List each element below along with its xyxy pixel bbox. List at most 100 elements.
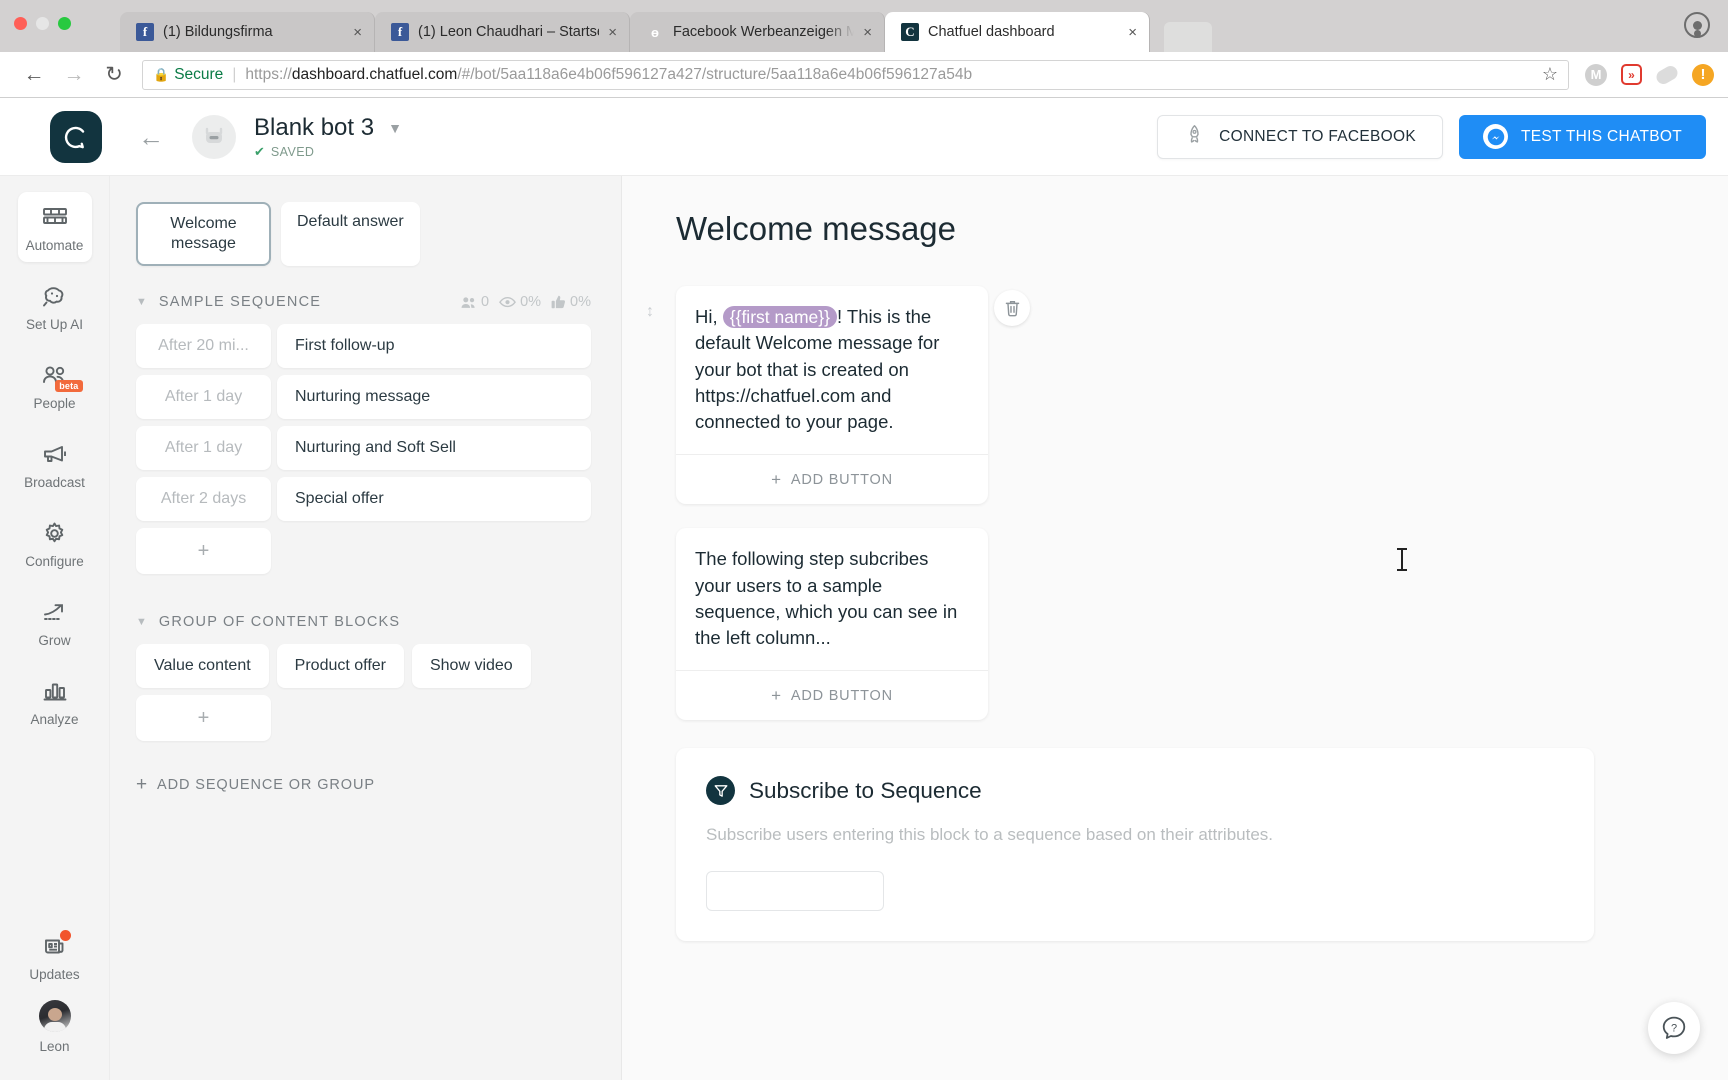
message-card-wrapper: ↕ Hi, {{first name}}! This is the defaul… [646, 286, 1030, 505]
left-sidebar: Automate Set Up AI beta People Broadcast… [0, 176, 110, 1080]
add-button[interactable]: + ADD BUTTON [676, 670, 988, 720]
section-title: GROUP OF CONTENT BLOCKS [158, 614, 401, 630]
subscribe-to-sequence-card[interactable]: Subscribe to Sequence Subscribe users en… [676, 748, 1594, 942]
drag-handle-icon[interactable]: ↕ [646, 304, 654, 320]
sidebar-item-label: Grow [38, 633, 71, 648]
window-controls[interactable] [14, 17, 71, 30]
help-question-icon[interactable]: ? [1648, 1002, 1700, 1054]
tab-close-icon[interactable]: × [863, 25, 872, 40]
sample-sequence-header[interactable]: ▼ SAMPLE SEQUENCE 0 0% 0% [136, 294, 591, 310]
tab-close-icon[interactable]: × [353, 25, 362, 40]
tab-close-icon[interactable]: × [608, 25, 617, 40]
notification-dot [59, 930, 71, 941]
message-text[interactable]: Hi, {{first name}}! This is the default … [676, 286, 988, 454]
trending-arrow-icon [41, 598, 69, 626]
message-card[interactable]: Hi, {{first name}}! This is the default … [676, 286, 988, 505]
browser-tab-4-active[interactable]: C Chatfuel dashboard × [885, 12, 1150, 52]
sidebar-item-people[interactable]: beta People [18, 350, 92, 420]
sequence-row-delay[interactable]: After 1 day [136, 375, 271, 419]
add-button[interactable]: + ADD BUTTON [676, 454, 988, 504]
test-this-chatbot-button[interactable]: TEST THIS CHATBOT [1459, 114, 1706, 159]
security-label: Secure [174, 65, 224, 83]
sequence-row[interactable]: After 2 days Special offer [136, 477, 591, 521]
new-tab-button[interactable] [1164, 22, 1212, 52]
content-block-value-content[interactable]: Value content [136, 644, 269, 688]
mendeley-extension-icon[interactable]: M [1585, 63, 1607, 86]
sequence-row-name[interactable]: Special offer [277, 477, 591, 521]
address-bar[interactable]: 🔒 Secure | https://dashboard.chatfuel.co… [142, 59, 1569, 90]
sequence-row-name[interactable]: First follow-up [277, 324, 591, 368]
subscribe-card-title: Subscribe to Sequence [749, 777, 982, 803]
sidebar-item-automate[interactable]: Automate [17, 192, 92, 262]
sidebar-item-updates[interactable]: Updates [18, 921, 92, 991]
message-card[interactable]: The following step subcribes your users … [676, 528, 988, 721]
sidebar-item-broadcast[interactable]: Broadcast [18, 429, 92, 499]
sequence-stats: 0 0% 0% [461, 294, 591, 310]
tab-title: Facebook Werbeanzeigen Mei [673, 24, 855, 40]
rocket-icon [1184, 124, 1205, 150]
tab-close-icon[interactable]: × [1128, 25, 1137, 40]
sequence-row-name[interactable]: Nurturing message [277, 375, 591, 419]
content-blocks-header[interactable]: ▼ GROUP OF CONTENT BLOCKS [136, 614, 591, 630]
attribute-token[interactable]: {{first name}} [722, 306, 837, 328]
browser-window: f (1) Bildungsfirma × f (1) Leon Chaudha… [0, 0, 1728, 1080]
add-sequence-step-button[interactable]: + [136, 528, 271, 574]
sidebar-item-configure[interactable]: Configure [18, 508, 92, 578]
tab-default-answer[interactable]: Default answer [281, 202, 420, 266]
sequence-row-delay[interactable]: After 1 day [136, 426, 271, 470]
warning-extension-icon[interactable]: ! [1692, 63, 1714, 86]
sequence-row[interactable]: After 1 day Nurturing and Soft Sell [136, 426, 591, 470]
browser-tab-3[interactable]: ɵ Facebook Werbeanzeigen Mei × [630, 12, 885, 52]
facebook-icon: f [136, 23, 154, 41]
plus-icon: + [136, 774, 148, 795]
sequence-row[interactable]: After 20 mi... First follow-up [136, 324, 591, 368]
sidebar-item-set-up-ai[interactable]: Set Up AI [18, 271, 92, 341]
caret-down-icon[interactable]: ▼ [136, 616, 147, 628]
chevron-down-icon[interactable]: ▼ [388, 120, 402, 136]
connect-to-facebook-button[interactable]: CONNECT TO FACEBOOK [1157, 114, 1444, 159]
caret-down-icon[interactable]: ▼ [136, 296, 147, 308]
minimize-window-button[interactable] [36, 17, 49, 30]
bot-meta: Blank bot 3 ▼ ✔ SAVED [254, 114, 402, 160]
sequence-row-delay[interactable]: After 2 days [136, 477, 271, 521]
stat-subscribers: 0 [461, 294, 489, 310]
fast-forward-extension-icon[interactable]: » [1621, 64, 1642, 85]
message-card-wrapper: The following step subcribes your users … [676, 528, 988, 721]
star-icon[interactable]: ☆ [1532, 64, 1558, 85]
browser-tab-1[interactable]: f (1) Bildungsfirma × [120, 12, 375, 52]
browser-tab-2[interactable]: f (1) Leon Chaudhari – Startseite × [375, 12, 630, 52]
header-actions: CONNECT TO FACEBOOK TEST THIS CHATBOT [1157, 114, 1706, 159]
svg-text:?: ? [1671, 1023, 1677, 1035]
section-title: SAMPLE SEQUENCE [158, 294, 322, 310]
sidebar-item-grow[interactable]: Grow [18, 587, 92, 657]
close-window-button[interactable] [14, 17, 27, 30]
content-block-show-video[interactable]: Show video [411, 644, 531, 688]
content-block-product-offer[interactable]: Product offer [276, 644, 404, 688]
sidebar-user-account[interactable]: Leon [18, 1000, 92, 1054]
sidebar-item-label: Set Up AI [25, 317, 84, 332]
sequence-row-delay[interactable]: After 20 mi... [136, 324, 271, 368]
maximize-window-button[interactable] [58, 17, 71, 30]
tab-welcome-message[interactable]: Welcome message [136, 202, 271, 266]
back-arrow-icon[interactable]: ← [138, 124, 164, 150]
message-type-tabs: Welcome message Default answer [136, 202, 591, 266]
back-button[interactable]: ← [14, 59, 54, 91]
brick-wall-icon [42, 203, 68, 231]
message-text[interactable]: The following step subcribes your users … [676, 528, 988, 670]
chatfuel-logo[interactable] [50, 110, 102, 163]
sidebar-item-analyze[interactable]: Analyze [18, 666, 92, 736]
sidebar-item-label: Analyze [30, 712, 79, 727]
reload-button[interactable]: ↻ [94, 59, 134, 91]
trash-icon[interactable] [994, 290, 1030, 326]
forward-button[interactable]: → [54, 59, 94, 91]
bar-chart-icon [42, 677, 68, 705]
sequence-select-input[interactable] [706, 871, 884, 912]
add-content-block-button[interactable]: + [136, 695, 271, 741]
funnel-icon [706, 776, 735, 806]
tab-list: f (1) Bildungsfirma × f (1) Leon Chaudha… [120, 12, 1212, 52]
capsule-extension-icon[interactable] [1653, 62, 1681, 87]
add-sequence-or-group-button[interactable]: + ADD SEQUENCE OR GROUP [136, 775, 591, 794]
sequence-row[interactable]: After 1 day Nurturing message [136, 375, 591, 419]
sequence-row-name[interactable]: Nurturing and Soft Sell [277, 426, 591, 470]
user-profile-icon[interactable] [1684, 12, 1710, 38]
